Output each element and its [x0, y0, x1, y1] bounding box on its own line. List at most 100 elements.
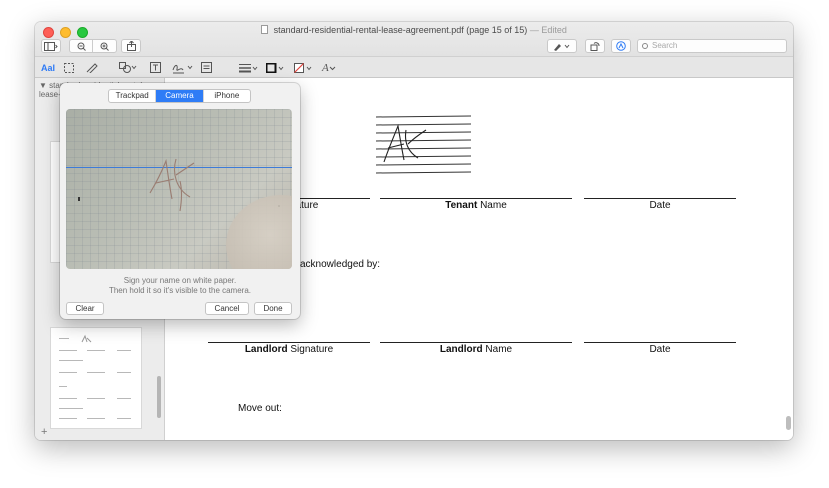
cancel-button[interactable]: Cancel	[205, 302, 249, 315]
markup-toolbar: AaI A	[35, 56, 793, 78]
move-out-text: Move out:	[238, 403, 282, 414]
thumb-text-line	[117, 372, 131, 373]
thumb-text-line	[117, 350, 131, 351]
acknowledged-text: acknowledged by:	[300, 259, 381, 270]
landlord-name-bold: Landlord	[439, 344, 483, 355]
rotate-icon	[590, 41, 600, 51]
search-field[interactable]: Search	[637, 39, 787, 53]
landlord-signature-label: Landlord Signature	[208, 344, 370, 355]
text-box-icon	[150, 62, 161, 73]
landlord-name-suffix: Name	[482, 344, 513, 355]
highlight-button[interactable]	[547, 39, 577, 53]
screen: standard-residential-rental-lease-agreem…	[0, 0, 829, 488]
tenant-name-line	[380, 198, 572, 199]
share-icon	[126, 41, 136, 51]
thumb-text-line	[59, 408, 83, 409]
thumb-text-line	[87, 372, 105, 373]
thumb-text-line	[87, 418, 105, 419]
clear-button[interactable]: Clear	[66, 302, 104, 315]
zoom-in-icon	[100, 42, 109, 51]
tenant-date-label: Date	[649, 200, 671, 211]
search-icon	[642, 43, 648, 49]
tab-trackpad[interactable]: Trackpad	[109, 90, 157, 102]
text-box-tool[interactable]	[150, 61, 161, 74]
search-placeholder: Search	[652, 41, 678, 50]
notes-tool[interactable]	[201, 61, 212, 74]
signature-icon	[172, 64, 193, 73]
sidebar-scrollbar[interactable]	[157, 376, 161, 418]
signature-capture-popover: Trackpad Camera iPhone Sign your name on…	[60, 83, 300, 319]
fill-color-tool[interactable]	[294, 61, 314, 74]
signature-source-tabs: Trackpad Camera iPhone	[108, 89, 251, 103]
window-title: standard-residential-rental-lease-agreem…	[35, 25, 793, 35]
text-style-label: A	[322, 61, 329, 74]
signature-tool[interactable]	[172, 61, 194, 74]
page-thumbnail-15[interactable]	[51, 328, 141, 428]
thumb-signature-mark	[81, 334, 92, 343]
tenant-name-label: Tenant Name	[380, 200, 572, 211]
border-color-tool[interactable]	[266, 61, 286, 74]
tenant-signature-label: nature	[290, 200, 360, 211]
thumb-text-line	[59, 338, 69, 339]
camera-instruction-line-2: Then hold it so it's visible to the came…	[108, 286, 252, 295]
window-title-text: standard-residential-rental-lease-agreem…	[273, 25, 528, 35]
tab-iphone[interactable]: iPhone	[204, 90, 250, 102]
landlord-date-label: Date	[649, 344, 671, 355]
sketch-pen-icon	[86, 62, 98, 73]
zoom-out-button[interactable]	[70, 40, 94, 52]
thumb-text-line	[59, 372, 77, 373]
thumb-text-line	[117, 418, 131, 419]
thumb-text-line	[59, 360, 83, 361]
rotate-button[interactable]	[585, 39, 605, 53]
thumb-text-line	[87, 398, 105, 399]
rectangular-selection-tool[interactable]	[64, 61, 74, 74]
text-selection-tool[interactable]: AaI	[41, 61, 55, 74]
camera-signature-image	[149, 158, 195, 212]
chevron-down-icon	[329, 66, 336, 70]
zoom-in-button[interactable]	[93, 40, 116, 52]
document-scrollbar[interactable]	[786, 416, 791, 430]
title-bar: standard-residential-rental-lease-agreem…	[35, 22, 793, 56]
note-icon	[201, 62, 212, 73]
text-selection-label: AaI	[41, 62, 56, 73]
selection-rect-icon	[64, 62, 74, 73]
pdf-document-icon	[261, 25, 269, 34]
sketch-tool[interactable]	[86, 61, 98, 74]
text-style-tool[interactable]: A	[322, 61, 337, 74]
highlight-pen-icon	[554, 43, 570, 51]
landlord-signature-bold: Landlord	[244, 344, 288, 355]
markup-toolbar-button[interactable]	[611, 39, 631, 53]
disclosure-triangle-icon: ▼	[39, 81, 47, 90]
landlord-date-line	[584, 342, 736, 343]
line-style-icon	[239, 63, 258, 72]
zoom-out-icon	[77, 42, 86, 51]
line-style-tool[interactable]	[239, 61, 259, 74]
sidebar-toggle-button[interactable]	[41, 39, 61, 53]
border-color-icon	[266, 62, 284, 73]
camera-speck	[78, 197, 80, 201]
tenant-name-suffix: Name	[477, 200, 507, 211]
tenant-name-bold: Tenant	[445, 200, 478, 211]
fill-color-icon	[294, 62, 312, 73]
camera-instruction-line-1: Sign your name on white paper.	[123, 276, 237, 285]
thumb-text-line	[59, 418, 77, 419]
thumb-text-line	[87, 350, 105, 351]
camera-preview	[66, 109, 292, 269]
thumb-text-line	[59, 386, 67, 387]
share-button[interactable]	[121, 39, 141, 53]
landlord-name-label: Landlord Name	[380, 344, 572, 355]
landlord-signature-suffix: Signature	[287, 344, 334, 355]
landlord-name-line	[380, 342, 572, 343]
landlord-signature-line	[208, 342, 370, 343]
shapes-icon	[119, 62, 137, 73]
thumb-text-line	[59, 398, 77, 399]
thumb-text-line	[117, 398, 131, 399]
add-page-icon[interactable]: +	[41, 426, 47, 438]
tab-camera[interactable]: Camera	[156, 90, 204, 102]
shapes-tool[interactable]	[119, 61, 137, 74]
done-button[interactable]: Done	[254, 302, 292, 315]
zoom-control	[69, 39, 117, 53]
placed-signature-image[interactable]	[374, 114, 474, 180]
thumb-text-line	[59, 350, 77, 351]
edited-indicator: — Edited	[529, 25, 567, 35]
